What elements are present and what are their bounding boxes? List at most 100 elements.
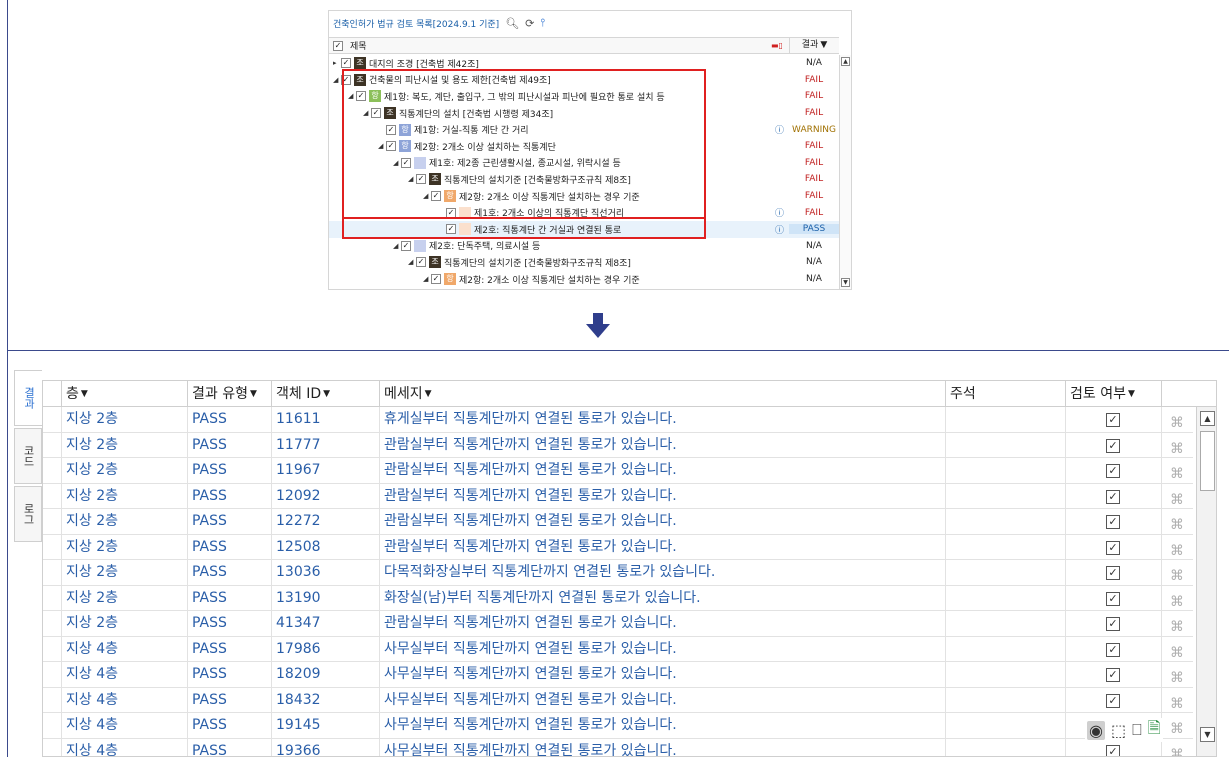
expand-toggle-icon[interactable]: ◢ xyxy=(423,275,431,283)
tree-header-result[interactable]: 결과 ▼ xyxy=(789,37,839,54)
reviewed-checkbox[interactable]: ✓ xyxy=(1106,642,1120,657)
expand-toggle-icon[interactable]: ◢ xyxy=(393,242,401,250)
table-row[interactable]: 지상 4층 PASS 19366 사무실부터 직통계단까지 연결된 통로가 있습니다.… xyxy=(43,738,1193,757)
cell-note[interactable] xyxy=(945,611,1065,637)
cell-reviewed: ✓ xyxy=(1065,687,1161,713)
split-icon[interactable]: ⎕ xyxy=(1132,720,1142,740)
scroll-up-icon[interactable]: ▲ xyxy=(841,57,850,66)
cell-note[interactable] xyxy=(945,713,1065,739)
col-object-id[interactable]: 객체 ID ▼ xyxy=(271,381,379,407)
reviewed-checkbox[interactable]: ✓ xyxy=(1106,591,1120,606)
tree-row[interactable]: ◢ ✓ 조 직통계단의 설치기준 [건축물방화구조규칙 제8조] N/A xyxy=(329,254,839,271)
object-locate-icon[interactable]: ⌘ xyxy=(1170,743,1184,757)
table-row[interactable]: 지상 4층 PASS 18209 사무실부터 직통계단까지 연결된 통로가 있습니다.… xyxy=(43,662,1193,688)
reviewed-checkbox[interactable]: ✓ xyxy=(1106,566,1120,580)
cell-actions: ⌘ xyxy=(1161,662,1196,688)
eye-icon[interactable]: ◉ xyxy=(1087,720,1105,740)
info-icon[interactable]: ⓘ xyxy=(775,223,784,236)
tab-results[interactable]: 결과 xyxy=(14,370,42,426)
table-row[interactable]: 지상 4층 PASS 17986 사무실부터 직통계단까지 연결된 통로가 있습니다.… xyxy=(43,636,1193,663)
reviewed-checkbox[interactable]: ✓ xyxy=(1106,413,1120,427)
reviewed-checkbox[interactable]: ✓ xyxy=(1106,464,1120,478)
select-all-checkbox[interactable]: ✓ xyxy=(333,40,343,51)
col-note[interactable]: 주석 xyxy=(945,381,1065,407)
cell-note[interactable] xyxy=(945,534,1065,560)
reviewed-checkbox[interactable]: ✓ xyxy=(1106,515,1120,529)
hierarchy-icon[interactable]: ⫯ xyxy=(540,16,545,30)
object-locate-icon[interactable]: ⌘ xyxy=(1170,462,1184,484)
sort-icon[interactable]: ▬▯ xyxy=(771,41,783,50)
row-checkbox[interactable]: ✓ xyxy=(401,240,411,251)
table-row[interactable]: 지상 2층 PASS 13036 다목적화장실부터 직통계단까지 연결된 통로가 있습… xyxy=(43,560,1193,586)
col-message[interactable]: 메세지 ▼ xyxy=(379,381,945,407)
tree-scrollbar[interactable]: ▲ ▼ xyxy=(839,55,851,289)
object-locate-icon[interactable]: ⌘ xyxy=(1170,564,1184,586)
table-row[interactable]: 지상 2층 PASS 13190 화장실(남)부터 직통계단까지 연결된 통로가 있습… xyxy=(43,585,1193,612)
object-locate-icon[interactable]: ⌘ xyxy=(1170,641,1184,663)
object-locate-icon[interactable]: ⌘ xyxy=(1170,488,1184,510)
object-locate-icon[interactable]: ⌘ xyxy=(1170,590,1184,612)
cell-note[interactable] xyxy=(945,585,1065,611)
cell-note[interactable] xyxy=(945,636,1065,662)
info-icon[interactable]: ⓘ xyxy=(775,206,784,219)
cell-note[interactable] xyxy=(945,738,1065,756)
reviewed-checkbox[interactable]: ✓ xyxy=(1106,693,1120,708)
cell-note[interactable] xyxy=(945,458,1065,484)
reviewed-checkbox[interactable]: ✓ xyxy=(1106,540,1120,555)
cell-note[interactable] xyxy=(945,432,1065,458)
object-locate-icon[interactable]: ⌘ xyxy=(1170,539,1184,561)
reviewed-checkbox[interactable]: ✓ xyxy=(1106,438,1120,453)
object-locate-icon[interactable]: ⌘ xyxy=(1170,615,1184,637)
table-row[interactable]: 지상 4층 PASS 18432 사무실부터 직통계단까지 연결된 통로가 있습니다.… xyxy=(43,687,1193,714)
row-checkbox[interactable]: ✓ xyxy=(341,58,351,69)
expand-toggle-icon[interactable]: ◢ xyxy=(333,76,341,84)
table-row[interactable]: 지상 2층 PASS 11967 관람실부터 직통계단까지 연결된 통로가 있습니다.… xyxy=(43,458,1193,484)
tab-log[interactable]: 로그 xyxy=(14,486,42,542)
cell-reviewed: ✓ xyxy=(1065,636,1161,662)
object-locate-icon[interactable]: ⌘ xyxy=(1170,666,1184,688)
table-row[interactable]: 지상 2층 PASS 12508 관람실부터 직통계단까지 연결된 통로가 있습니다.… xyxy=(43,534,1193,561)
scroll-down-icon[interactable]: ▼ xyxy=(1200,727,1215,742)
grid-scrollbar[interactable]: ▲ ▼ xyxy=(1196,407,1216,756)
object-locate-icon[interactable]: ⌘ xyxy=(1170,411,1184,433)
cell-note[interactable] xyxy=(945,407,1065,433)
table-row[interactable]: 지상 2층 PASS 12092 관람실부터 직통계단까지 연결된 통로가 있습니다.… xyxy=(43,483,1193,510)
cell-note[interactable] xyxy=(945,662,1065,688)
table-row[interactable]: 지상 2층 PASS 41347 관람실부터 직통계단까지 연결된 통로가 있습니다.… xyxy=(43,611,1193,637)
cell-note[interactable] xyxy=(945,483,1065,509)
row-checkbox[interactable]: ✓ xyxy=(416,257,426,268)
table-row[interactable]: 지상 2층 PASS 12272 관람실부터 직통계단까지 연결된 통로가 있습니다.… xyxy=(43,509,1193,535)
table-row[interactable]: 지상 2층 PASS 11611 휴게실부터 직통계단까지 연결된 통로가 있습니다.… xyxy=(43,407,1193,433)
col-result-type[interactable]: 결과 유형 ▼ xyxy=(187,381,271,407)
col-reviewed[interactable]: 검토 여부 ▼ xyxy=(1065,381,1161,407)
tab-code[interactable]: 코드 xyxy=(14,428,42,484)
reviewed-checkbox[interactable]: ✓ xyxy=(1106,744,1120,756)
object-locate-icon[interactable]: ⌘ xyxy=(1170,692,1184,714)
reviewed-checkbox[interactable]: ✓ xyxy=(1106,489,1120,504)
cell-note[interactable] xyxy=(945,560,1065,586)
expand-toggle-icon[interactable]: ▸ xyxy=(333,59,341,67)
object-locate-icon[interactable]: ⌘ xyxy=(1170,717,1184,739)
table-row[interactable]: 지상 4층 PASS 19145 사무실부터 직통계단까지 연결된 통로가 있습니다.… xyxy=(43,713,1193,739)
scroll-thumb[interactable] xyxy=(1200,431,1215,491)
reviewed-checkbox[interactable]: ✓ xyxy=(1106,617,1120,631)
tree-row[interactable]: ◢ ✓ 제2호: 단독주택, 의료시설 등 N/A xyxy=(329,238,839,255)
expand-toggle-icon[interactable]: ◢ xyxy=(408,258,416,266)
search-icon[interactable]: 🔍︎ xyxy=(505,17,519,30)
excel-export-icon[interactable]: 🗎︎ xyxy=(1148,717,1161,744)
object-locate-icon[interactable]: ⌘ xyxy=(1170,513,1184,535)
cell-note[interactable] xyxy=(945,687,1065,713)
object-locate-icon[interactable]: ⌘ xyxy=(1170,437,1184,459)
select-region-icon[interactable]: ⬚ xyxy=(1111,721,1126,740)
cell-message: 관람실부터 직통계단까지 연결된 통로가 있습니다. xyxy=(379,534,945,560)
reviewed-checkbox[interactable]: ✓ xyxy=(1106,668,1120,682)
scroll-down-icon[interactable]: ▼ xyxy=(841,278,850,287)
row-checkbox[interactable]: ✓ xyxy=(431,274,441,285)
table-row[interactable]: 지상 2층 PASS 11777 관람실부터 직통계단까지 연결된 통로가 있습니다.… xyxy=(43,432,1193,459)
scroll-up-icon[interactable]: ▲ xyxy=(1200,411,1215,426)
refresh-icon[interactable]: ⟳ xyxy=(525,17,534,30)
col-floor[interactable]: 층 ▼ xyxy=(61,381,187,407)
info-icon[interactable]: ⓘ xyxy=(775,123,784,136)
tree-row[interactable]: ◢ ✓ 항 제2항: 2개소 이상 직통계단 설치하는 경우 기준 N/A xyxy=(329,271,839,288)
cell-note[interactable] xyxy=(945,509,1065,535)
